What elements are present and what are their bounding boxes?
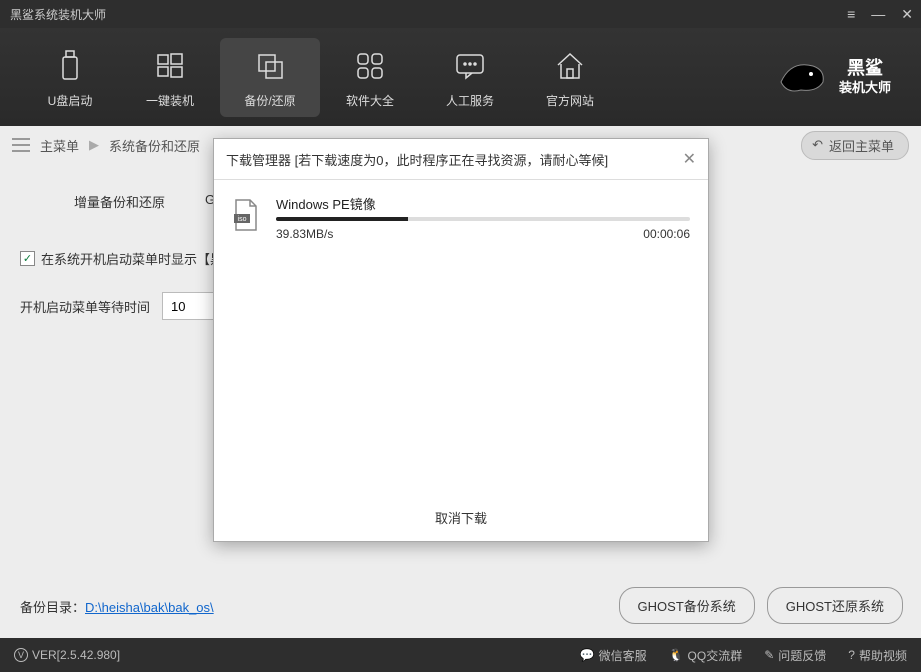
window-controls: ≡ — ✕ <box>847 6 913 23</box>
wechat-icon: 💬 <box>580 648 595 662</box>
download-info: Windows PE镜像 39.83MB/s 00:00:06 <box>276 194 690 241</box>
progress-bar <box>276 217 690 221</box>
download-manager-modal: 下载管理器 [若下载速度为0，此时程序正在寻找资源，请耐心等候] ✕ iso W… <box>213 138 709 542</box>
download-speed: 39.83MB/s <box>276 227 333 241</box>
version: V VER[2.5.42.980] <box>14 648 120 662</box>
feedback-icon: ✎ <box>764 648 774 662</box>
modal-close-button[interactable]: ✕ <box>683 149 696 169</box>
copy-icon <box>220 46 320 86</box>
tab-incremental[interactable]: 增量备份和还原 <box>54 182 185 221</box>
cancel-download-button[interactable]: 取消下载 <box>435 511 487 526</box>
menu-icon[interactable]: ≡ <box>847 6 855 22</box>
download-time: 00:00:06 <box>643 227 690 241</box>
feedback-link[interactable]: ✎问题反馈 <box>764 647 826 664</box>
nav-label: 软件大全 <box>320 92 420 109</box>
windows-icon <box>120 46 220 86</box>
nav-label: 备份/还原 <box>220 92 320 109</box>
qq-icon: 🐧 <box>669 648 684 662</box>
logo-title: 黑鲨 <box>839 58 891 80</box>
minimize-icon[interactable]: — <box>871 6 885 22</box>
version-text: VER[2.5.42.980] <box>32 648 120 662</box>
svg-text:iso: iso <box>238 216 247 223</box>
iso-file-icon: iso <box>232 194 264 241</box>
chevron-right-icon: ▶ <box>89 137 99 153</box>
logo: 黑鲨 装机大师 <box>773 52 901 102</box>
backup-dir-label: 备份目录： <box>20 600 85 615</box>
version-icon: V <box>14 648 28 662</box>
boot-menu-checkbox[interactable]: ✓ <box>20 251 35 266</box>
progress-fill <box>276 217 408 221</box>
main-nav: U盘启动 一键装机 备份/还原 软件大全 人工服务 官方网站 黑鲨 装机大师 <box>0 28 921 126</box>
download-name: Windows PE镜像 <box>276 194 690 213</box>
nav-label: U盘启动 <box>20 92 120 109</box>
wait-time-label: 开机启动菜单等待时间 <box>20 297 150 316</box>
back-to-main-button[interactable]: ↶ 返回主菜单 <box>801 131 909 160</box>
usb-icon <box>20 46 120 86</box>
nav-software[interactable]: 软件大全 <box>320 38 420 117</box>
titlebar: 黑鲨系统装机大师 ≡ — ✕ <box>0 0 921 28</box>
nav-label: 一键装机 <box>120 92 220 109</box>
nav-usb-boot[interactable]: U盘启动 <box>20 38 120 117</box>
help-icon: ? <box>848 648 855 662</box>
undo-icon: ↶ <box>812 137 823 153</box>
nav-support[interactable]: 人工服务 <box>420 38 520 117</box>
statusbar: V VER[2.5.42.980] 💬微信客服 🐧QQ交流群 ✎问题反馈 ?帮助… <box>0 638 921 672</box>
nav-backup-restore[interactable]: 备份/还原 <box>220 38 320 117</box>
list-icon <box>12 138 30 152</box>
nav-label: 人工服务 <box>420 92 520 109</box>
backup-dir-link[interactable]: D:\heisha\bak\bak_os\ <box>85 600 214 615</box>
ghost-backup-button[interactable]: GHOST备份系统 <box>619 587 755 624</box>
modal-footer: 取消下载 <box>214 494 708 541</box>
nav-website[interactable]: 官方网站 <box>520 38 620 117</box>
chat-icon <box>420 46 520 86</box>
modal-body: iso Windows PE镜像 39.83MB/s 00:00:06 <box>214 180 708 494</box>
shark-icon <box>773 52 831 102</box>
ghost-restore-button[interactable]: GHOST还原系统 <box>767 587 903 624</box>
modal-header: 下载管理器 [若下载速度为0，此时程序正在寻找资源，请耐心等候] ✕ <box>214 139 708 180</box>
logo-subtitle: 装机大师 <box>839 80 891 96</box>
help-link[interactable]: ?帮助视频 <box>848 647 907 664</box>
wechat-link[interactable]: 💬微信客服 <box>580 647 647 664</box>
action-buttons: GHOST备份系统 GHOST还原系统 <box>619 587 903 624</box>
breadcrumb-current: 系统备份和还原 <box>109 136 200 155</box>
backup-dir: 备份目录：D:\heisha\bak\bak_os\ <box>20 597 214 616</box>
modal-title: 下载管理器 [若下载速度为0，此时程序正在寻找资源，请耐心等候] <box>226 150 608 169</box>
breadcrumb-root[interactable]: 主菜单 <box>40 136 79 155</box>
nav-label: 官方网站 <box>520 92 620 109</box>
home-icon <box>520 46 620 86</box>
boot-menu-label: 在系统开机启动菜单时显示【黑 <box>41 249 223 268</box>
qq-link[interactable]: 🐧QQ交流群 <box>669 647 743 664</box>
close-icon[interactable]: ✕ <box>901 6 913 23</box>
app-title: 黑鲨系统装机大师 <box>8 6 847 23</box>
nav-one-click[interactable]: 一键装机 <box>120 38 220 117</box>
back-label: 返回主菜单 <box>829 136 894 155</box>
download-item: iso Windows PE镜像 39.83MB/s 00:00:06 <box>232 194 690 241</box>
apps-icon <box>320 46 420 86</box>
